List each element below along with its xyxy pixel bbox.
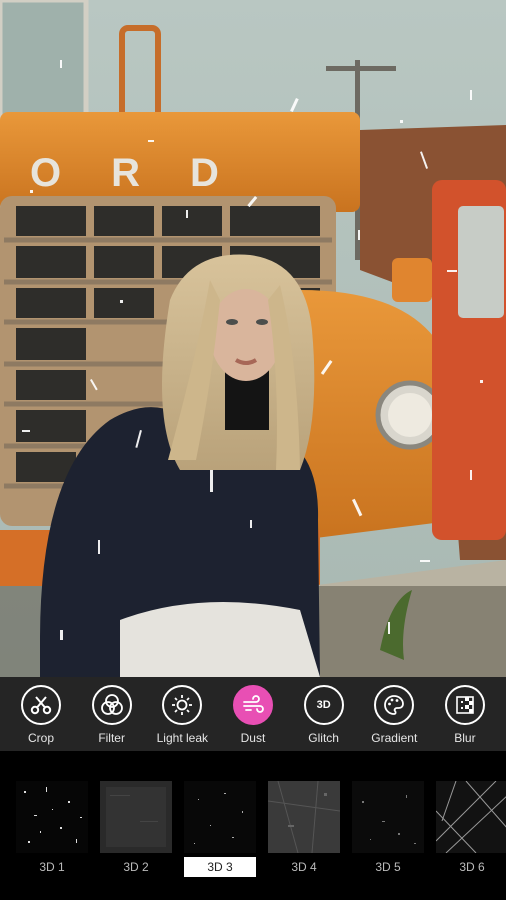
preset-thumbnail [16, 781, 88, 853]
preset-thumbnail [352, 781, 424, 853]
3d-glyph: 3D [316, 699, 331, 711]
preset-3d-5[interactable]: 3D 5 [352, 781, 424, 900]
filter-circles-icon [91, 685, 132, 725]
preset-label: 3D 2 [123, 860, 149, 874]
palette-icon [374, 685, 415, 725]
preset-label: 3D 5 [375, 860, 401, 874]
preset-label: 3D 6 [459, 860, 485, 874]
preset-3d-1[interactable]: 3D 1 [16, 781, 88, 900]
tool-label: Glitch [308, 731, 339, 745]
preset-3d-4[interactable]: 3D 4 [268, 781, 340, 900]
tool-dust[interactable]: Dust [220, 677, 286, 751]
sun-icon [162, 685, 203, 725]
preset-thumbnail [268, 781, 340, 853]
tool-label: Dust [240, 731, 266, 745]
tool-crop[interactable]: Crop [8, 677, 74, 751]
tool-label: Filter [98, 731, 125, 745]
scissors-icon [21, 685, 61, 725]
3d-icon: 3D [303, 685, 344, 725]
photo-canvas[interactable]: ORD [0, 0, 506, 677]
tool-light-leak[interactable]: Light leak [149, 677, 215, 751]
wind-icon [232, 685, 273, 725]
preset-thumbnail [436, 781, 506, 853]
preset-label: 3D 3 [184, 857, 256, 877]
preset-thumbnail [184, 781, 256, 853]
blur-icon [444, 685, 485, 725]
tool-glitch[interactable]: 3D Glitch [291, 677, 357, 751]
tool-label: Gradient [371, 731, 418, 745]
tool-label: Light leak [156, 731, 208, 745]
tool-label: Crop [27, 731, 54, 745]
edited-photo: ORD [0, 0, 506, 677]
tool-label: Blur [454, 731, 476, 745]
preset-3d-2[interactable]: 3D 2 [100, 781, 172, 900]
tool-blur[interactable]: Blur [432, 677, 498, 751]
tool-filter[interactable]: Filter [79, 677, 145, 751]
tool-gradient[interactable]: Gradient [361, 677, 427, 751]
preset-label: 3D 4 [291, 860, 317, 874]
preset-label: 3D 1 [39, 860, 65, 874]
preset-strip: 3D 1 3D 2 3D 3 3D 4 3D 5 3D 6 [0, 751, 506, 900]
truck-lettering: ORD [30, 151, 269, 195]
preset-3d-3[interactable]: 3D 3 [184, 781, 256, 900]
tool-bar: Crop Filter Light leak Dust 3D Glitch Gr… [0, 677, 506, 751]
preset-thumbnail [100, 781, 172, 853]
preset-3d-6[interactable]: 3D 6 [436, 781, 506, 900]
